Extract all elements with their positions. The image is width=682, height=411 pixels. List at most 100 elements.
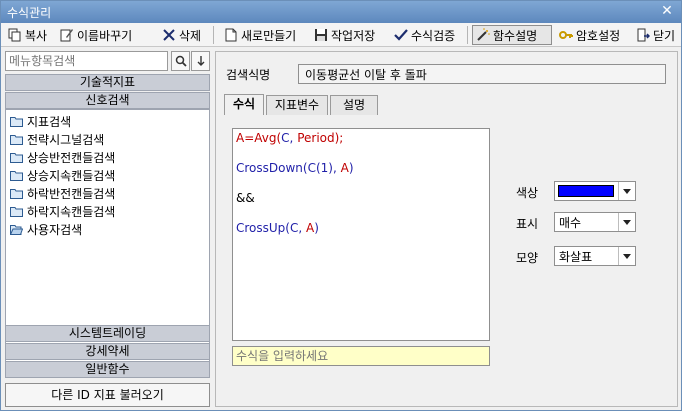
folder-icon [10,188,23,199]
magic-wand-icon [476,28,490,42]
tree-item-bearish-reversal[interactable]: 하락반전캔들검색 [10,184,115,202]
shape-select[interactable]: 화살표 [554,246,636,266]
color-dropdown-arrow [618,182,635,200]
tree-item-label: 상승지속캔들검색 [27,168,116,183]
tree-item-indicator-search[interactable]: 지표검색 [10,112,71,130]
function-help-button[interactable]: 함수설명 [472,25,552,45]
tree-item-bullish-reversal[interactable]: 상승반전캔들검색 [10,148,115,166]
tree-item-label: 사용자검색 [27,222,83,237]
open-folder-icon [9,224,24,235]
category-strength-weakness[interactable]: 강세약세 [5,343,210,360]
formula-token: CrossUp(C, [236,221,306,235]
shape-dropdown-arrow [618,247,635,265]
display-select-value: 매수 [559,216,582,230]
formula-line: CrossUp(C, A) [236,221,486,236]
password-button[interactable]: 암호설정 [556,25,623,45]
formula-token: A=Avg( [236,131,282,145]
tab-indicator-variables[interactable]: 지표변수 [266,95,328,115]
rename-button[interactable]: 이름바꾸기 [57,25,135,45]
shape-select-value: 화살표 [559,250,593,264]
chevron-down-icon [623,219,631,225]
search-name-field[interactable]: 이동평균선 이탈 후 돌파 [298,64,666,84]
formula-token: CrossDown(C(1), [236,161,341,175]
search-name-label: 검색식명 [226,68,271,82]
rename-label: 이름바꾸기 [77,28,133,43]
tree-item-label: 전략시그널검색 [27,132,105,147]
color-swatch [558,185,614,197]
folder-icon [10,152,23,163]
formula-line: A=Avg(C, Period); [236,131,486,146]
new-label: 새로만들기 [241,28,297,43]
category-technical-indicators[interactable]: 기술적지표 [5,74,210,91]
exit-door-icon [636,28,651,42]
folder-icon [10,134,23,145]
formula-token: && [236,191,255,205]
checkmark-icon [394,28,408,42]
tree-item-strategy-signal[interactable]: 전략시그널검색 [10,130,104,148]
rename-icon [60,28,74,42]
tab-description[interactable]: 설명 [330,95,378,115]
tree-item-user-search[interactable]: 사용자검색 [9,220,83,238]
display-select[interactable]: 매수 [554,212,636,232]
tree-item-label: 지표검색 [27,114,72,129]
tree-item-label: 하락반전캔들검색 [27,186,116,201]
toolbar: 복사 이름바꾸기 삭제 새로만들기 작업저장 수식검증 함수설명 암호설정 닫기 [1,23,681,47]
search-button[interactable] [171,51,190,71]
color-picker[interactable] [554,181,636,201]
tree-item-label: 상승반전캔들검색 [27,150,116,165]
new-button[interactable]: 새로만들기 [221,25,299,45]
verify-label: 수식검증 [411,28,456,43]
sidebar: 기술적지표 신호검색 지표검색 전략시그널검색 상승반전캔들검색 상승지속캔들검… [5,51,210,407]
close-icon[interactable]: ✕ [659,3,675,19]
formula-line [236,176,486,191]
formula-token: A [305,221,315,235]
save-button[interactable]: 작업저장 [311,25,378,45]
arrow-down-icon [197,56,204,66]
formula-line [236,206,486,221]
formula-line [236,146,486,161]
toolbar-separator [213,26,214,44]
key-icon [559,28,573,42]
copy-icon [8,28,22,42]
formula-line: CrossDown(C(1), A) [236,161,486,176]
formula-editor[interactable]: A=Avg(C, Period); CrossDown(C(1), A) && Cro… [232,128,490,341]
tree-item-bearish-continuation[interactable]: 하락지속캔들검색 [10,202,115,220]
folder-icon [10,116,23,127]
tab-formula[interactable]: 수식 [224,94,264,115]
chevron-down-icon [623,253,631,259]
menu-search-input[interactable] [5,51,168,71]
tree-item-label: 하락지속캔들검색 [27,204,116,219]
formula-token: ) [314,221,319,235]
close-label: 닫기 [653,28,676,43]
folder-icon [10,206,23,217]
window-title: 수식관리 [7,6,52,20]
color-label: 색상 [516,186,539,200]
title-bar: 수식관리 ✕ [1,1,681,23]
delete-label: 삭제 [179,28,202,43]
main-panel: 검색식명 이동평균선 이탈 후 돌파 수식 지표변수 설명 A=Avg(C, P… [215,51,678,407]
copy-button[interactable]: 복사 [5,25,50,45]
search-down-button[interactable] [191,51,210,71]
search-icon [175,55,187,67]
delete-button[interactable]: 삭제 [159,25,204,45]
function-help-label: 함수설명 [493,28,538,43]
formula-input[interactable] [232,346,490,366]
formula-token: C, [281,131,298,145]
folder-icon [10,170,23,181]
category-system-trading[interactable]: 시스템트레이딩 [5,325,210,342]
chevron-down-icon [623,188,631,194]
category-general-functions[interactable]: 일반함수 [5,361,210,378]
close-button[interactable]: 닫기 [633,25,678,45]
password-label: 암호설정 [576,28,621,43]
verify-button[interactable]: 수식검증 [391,25,458,45]
load-other-id-button[interactable]: 다른 ID 지표 불러오기 [5,383,210,407]
tree-item-bullish-continuation[interactable]: 상승지속캔들검색 [10,166,115,184]
formula-token: A [340,161,349,175]
category-signal-search[interactable]: 신호검색 [5,92,210,109]
formula-token: ) [348,161,354,175]
delete-x-icon [162,28,176,42]
search-row [5,51,210,71]
new-document-icon [224,28,238,42]
display-label: 표시 [516,217,539,231]
formula-line: && [236,191,486,206]
